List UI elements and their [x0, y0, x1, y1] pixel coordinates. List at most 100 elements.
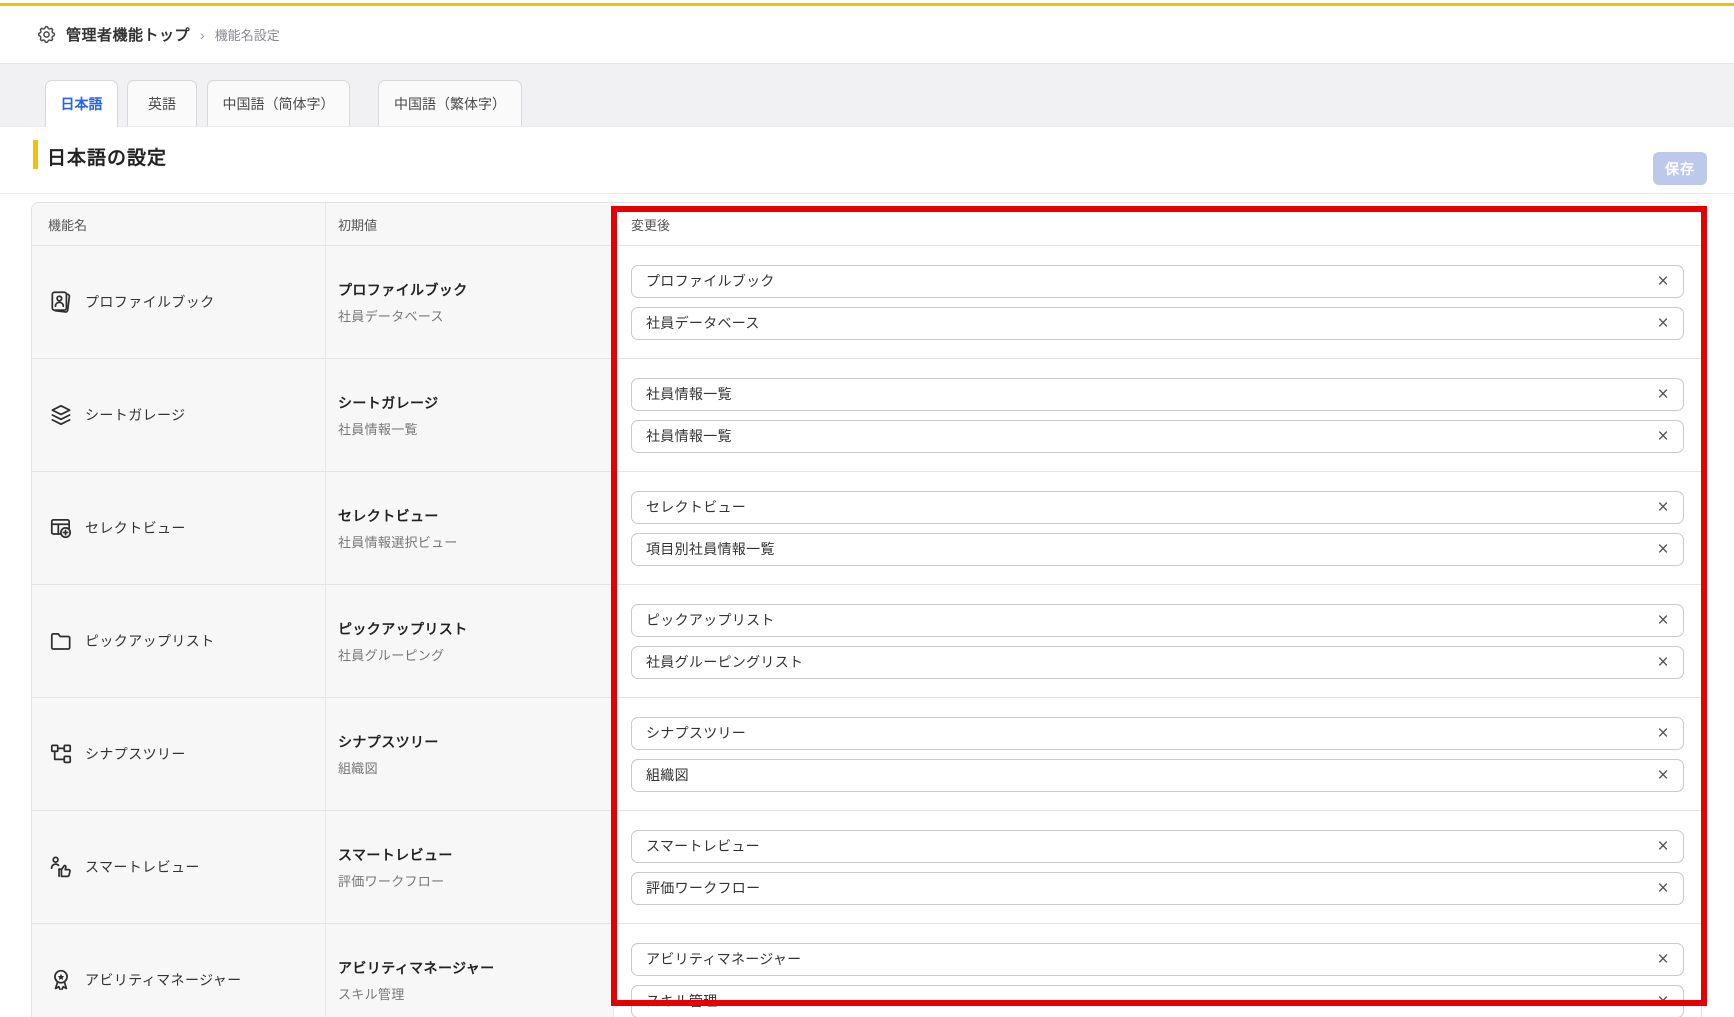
initial-description-label: 社員グルーピング [338, 645, 613, 664]
changed-description-input-group: × [631, 985, 1684, 1017]
changed-name-input-group: × [631, 378, 1684, 411]
clear-icon[interactable]: × [1648, 266, 1678, 297]
changed-name-input[interactable] [631, 604, 1684, 637]
breadcrumb: 管理者機能トップ › 機能名設定 [0, 6, 1734, 63]
feature-name-label: セレクトビュー [85, 518, 186, 538]
initial-name-label: セレクトビュー [338, 506, 613, 526]
initial-name-label: シートガレージ [338, 393, 613, 413]
clear-icon[interactable]: × [1648, 379, 1678, 410]
clear-icon[interactable]: × [1648, 986, 1678, 1017]
changed-name-input[interactable] [631, 491, 1684, 524]
clear-icon[interactable]: × [1648, 831, 1678, 862]
changed-value-cell: × × [614, 471, 1701, 584]
changed-value-cell: × × [614, 810, 1701, 923]
initial-name-label: スマートレビュー [338, 845, 613, 865]
clear-icon[interactable]: × [1648, 718, 1678, 749]
section-divider [0, 193, 1734, 194]
changed-description-input-group: × [631, 759, 1684, 792]
column-header-changed: 変更後 [614, 203, 1701, 245]
clear-icon[interactable]: × [1648, 605, 1678, 636]
changed-name-input-group: × [631, 943, 1684, 976]
clear-icon[interactable]: × [1648, 647, 1678, 678]
admin-feature-name-settings-page: 管理者機能トップ › 機能名設定 日本語 英語 中国語（简体字） 中国語（繁体字… [0, 0, 1734, 1017]
feature-cell: プロファイルブック [32, 245, 326, 358]
feature-name-label: スマートレビュー [85, 857, 200, 877]
changed-description-input[interactable] [631, 872, 1684, 905]
changed-name-input[interactable] [631, 378, 1684, 411]
feature-name-label: ピックアップリスト [85, 631, 215, 651]
initial-value-cell: セレクトビュー 社員情報選択ビュー [326, 471, 614, 584]
page-title: 日本語の設定 [47, 143, 167, 170]
initial-value-cell: プロファイルブック 社員データベース [326, 245, 614, 358]
changed-description-input[interactable] [631, 420, 1684, 453]
initial-description-label: 組織図 [338, 758, 613, 777]
changed-value-cell: × × [614, 697, 1701, 810]
gear-icon [36, 24, 57, 45]
changed-name-input-group: × [631, 491, 1684, 524]
feature-name-table: 機能名 初期値 変更後 プロファイルブック プロファイルブック 社員データベース… [31, 202, 1702, 1017]
initial-description-label: 社員データベース [338, 306, 613, 325]
clear-icon[interactable]: × [1648, 944, 1678, 975]
feature-name-label: シートガレージ [85, 405, 186, 425]
initial-value-cell: スマートレビュー 評価ワークフロー [326, 810, 614, 923]
changed-description-input[interactable] [631, 533, 1684, 566]
initial-description-label: スキル管理 [338, 984, 613, 1003]
breadcrumb-current: 機能名設定 [215, 25, 280, 44]
smart-review-icon [48, 854, 74, 880]
changed-value-cell: × × [614, 245, 1701, 358]
changed-description-input[interactable] [631, 985, 1684, 1017]
feature-name-label: シナプスツリー [85, 744, 186, 764]
changed-name-input[interactable] [631, 943, 1684, 976]
save-button[interactable]: 保存 [1653, 152, 1707, 185]
changed-value-cell: × × [614, 584, 1701, 697]
initial-value-cell: ピックアップリスト 社員グルーピング [326, 584, 614, 697]
pickup-list-icon [48, 628, 74, 654]
feature-cell: シートガレージ [32, 358, 326, 471]
tab-chinese-traditional[interactable]: 中国語（繁体字） [378, 80, 522, 126]
changed-name-input[interactable] [631, 265, 1684, 298]
changed-description-input-group: × [631, 872, 1684, 905]
profile-book-icon [48, 289, 74, 315]
tab-chinese-simplified[interactable]: 中国語（简体字） [207, 80, 350, 126]
feature-name-label: アビリティマネージャー [85, 970, 242, 990]
tab-english[interactable]: 英語 [127, 80, 197, 126]
changed-value-cell: × × [614, 923, 1701, 1017]
language-tabbar: 日本語 英語 中国語（简体字） 中国語（繁体字） [0, 63, 1734, 127]
select-view-icon [48, 515, 74, 541]
initial-value-cell: シートガレージ 社員情報一覧 [326, 358, 614, 471]
sheet-garage-icon [48, 402, 74, 428]
feature-cell: ピックアップリスト [32, 584, 326, 697]
tab-japanese[interactable]: 日本語 [45, 80, 118, 127]
clear-icon[interactable]: × [1648, 534, 1678, 565]
changed-value-cell: × × [614, 358, 1701, 471]
title-accent-bar [33, 140, 38, 169]
feature-cell: スマートレビュー [32, 810, 326, 923]
changed-description-input[interactable] [631, 307, 1684, 340]
initial-description-label: 社員情報選択ビュー [338, 532, 613, 551]
changed-description-input[interactable] [631, 646, 1684, 679]
clear-icon[interactable]: × [1648, 421, 1678, 452]
initial-name-label: ピックアップリスト [338, 619, 613, 639]
changed-description-input-group: × [631, 646, 1684, 679]
initial-name-label: プロファイルブック [338, 280, 613, 300]
changed-name-input-group: × [631, 830, 1684, 863]
initial-value-cell: シナプスツリー 組織図 [326, 697, 614, 810]
breadcrumb-separator-icon: › [200, 27, 205, 43]
changed-name-input[interactable] [631, 830, 1684, 863]
clear-icon[interactable]: × [1648, 492, 1678, 523]
changed-name-input-group: × [631, 717, 1684, 750]
feature-name-label: プロファイルブック [85, 292, 215, 312]
synapse-tree-icon [48, 741, 74, 767]
clear-icon[interactable]: × [1648, 760, 1678, 791]
changed-description-input-group: × [631, 420, 1684, 453]
changed-name-input-group: × [631, 604, 1684, 637]
clear-icon[interactable]: × [1648, 873, 1678, 904]
initial-description-label: 評価ワークフロー [338, 871, 613, 890]
breadcrumb-root[interactable]: 管理者機能トップ [66, 24, 190, 45]
changed-name-input-group: × [631, 265, 1684, 298]
changed-name-input[interactable] [631, 717, 1684, 750]
initial-name-label: アビリティマネージャー [338, 958, 613, 978]
changed-description-input[interactable] [631, 759, 1684, 792]
initial-description-label: 社員情報一覧 [338, 419, 613, 438]
clear-icon[interactable]: × [1648, 308, 1678, 339]
